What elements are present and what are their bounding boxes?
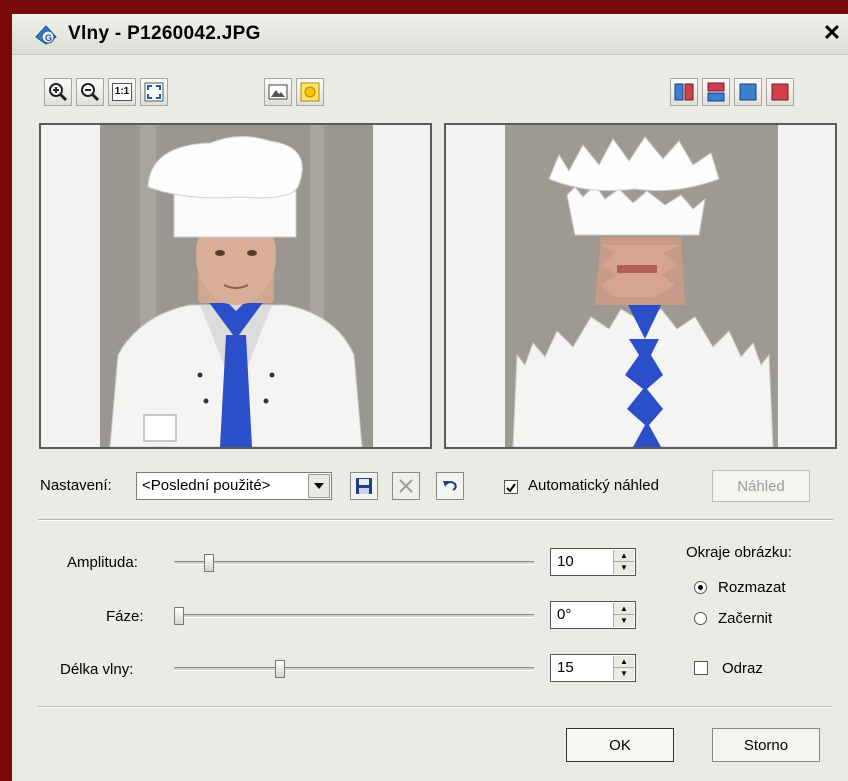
checkmark-icon <box>506 483 516 493</box>
fit-to-window-icon <box>144 82 164 102</box>
result-preview <box>444 123 837 449</box>
reflect-checkbox[interactable] <box>694 661 708 675</box>
close-icon: ✕ <box>822 20 842 45</box>
wavelength-slider-thumb[interactable] <box>275 660 285 678</box>
undo-icon <box>443 481 457 491</box>
wavelength-spinbox[interactable]: 15 ▲ ▼ <box>550 654 636 682</box>
cancel-button-label: Storno <box>743 736 789 754</box>
app-icon: G <box>35 25 57 45</box>
edges-label: Okraje obrázku: <box>686 544 792 561</box>
preview-button-label: Náhled <box>737 477 785 495</box>
spin-down-icon[interactable]: ▼ <box>614 615 634 627</box>
amplitude-spin-arrows[interactable]: ▲ ▼ <box>613 550 634 574</box>
zoom-out-icon <box>81 83 100 102</box>
amplitude-track[interactable] <box>174 561 534 565</box>
ok-button-label: OK <box>609 736 631 754</box>
split-vertical-icon <box>674 83 694 101</box>
wave-dialog: G Vlny - P1260042.JPG ✕ 1:1 Nastavení: <… <box>12 14 848 781</box>
result-view-icon <box>771 83 789 101</box>
spin-up-icon[interactable]: ▲ <box>614 656 634 668</box>
phase-slider-thumb[interactable] <box>174 607 184 625</box>
image-button[interactable] <box>264 78 292 106</box>
undo-button[interactable] <box>436 472 464 500</box>
image-icon <box>268 84 288 100</box>
separator-top <box>38 519 833 521</box>
wavelength-spin-arrows[interactable]: ▲ ▼ <box>613 656 634 680</box>
sun-icon <box>300 82 320 102</box>
edge-blur-radio[interactable] <box>694 581 707 594</box>
zoom-in-icon <box>49 83 68 102</box>
original-view-button[interactable] <box>734 78 762 106</box>
chef-photo-original <box>100 125 373 447</box>
phase-spin-arrows[interactable]: ▲ ▼ <box>613 603 634 627</box>
split-horizontal-button[interactable] <box>702 78 730 106</box>
original-preview <box>39 123 432 449</box>
amplitude-label: Amplituda: <box>67 554 138 571</box>
wavelength-track[interactable] <box>174 667 534 671</box>
fit-to-window-button[interactable] <box>140 78 168 106</box>
phase-spinbox[interactable]: 0° ▲ ▼ <box>550 601 636 629</box>
split-horizontal-icon <box>707 82 725 102</box>
close-button[interactable]: ✕ <box>820 20 844 46</box>
edge-blur-label: Rozmazat <box>718 579 786 596</box>
preset-label: Nastavení: <box>40 477 112 494</box>
dropdown-arrow[interactable] <box>308 474 330 498</box>
edge-black-radio[interactable] <box>694 612 707 625</box>
delete-preset-button[interactable] <box>392 472 420 500</box>
amplitude-slider-thumb[interactable] <box>204 554 214 572</box>
separator-bottom <box>38 706 833 708</box>
title-bar: G Vlny - P1260042.JPG ✕ <box>12 14 848 55</box>
chevron-down-icon <box>314 483 324 489</box>
ok-button[interactable]: OK <box>566 728 674 762</box>
spin-down-icon[interactable]: ▼ <box>614 562 634 574</box>
phase-track[interactable] <box>174 614 534 618</box>
delete-icon <box>399 479 413 493</box>
preset-select[interactable]: <Poslední použité> <box>136 472 332 500</box>
spin-down-icon[interactable]: ▼ <box>614 668 634 680</box>
zoom-in-button[interactable] <box>44 78 72 106</box>
wavelength-label: Délka vlny: <box>60 661 134 678</box>
cancel-button[interactable]: Storno <box>712 728 820 762</box>
split-vertical-button[interactable] <box>670 78 698 106</box>
auto-preview-checkbox[interactable] <box>504 480 518 494</box>
spin-up-icon[interactable]: ▲ <box>614 550 634 562</box>
chef-photo-result <box>505 125 778 447</box>
result-view-button[interactable] <box>766 78 794 106</box>
zoom-out-button[interactable] <box>76 78 104 106</box>
window-title: Vlny - P1260042.JPG <box>68 23 261 44</box>
auto-preview-label: Automatický náhled <box>528 477 659 494</box>
save-preset-button[interactable] <box>350 472 378 500</box>
phase-label: Fáze: <box>106 608 144 625</box>
actual-size-button[interactable]: 1:1 <box>108 78 136 106</box>
amplitude-value: 10 <box>557 553 574 570</box>
reflect-label: Odraz <box>722 660 763 677</box>
wavelength-value: 15 <box>557 659 574 676</box>
spin-up-icon[interactable]: ▲ <box>614 603 634 615</box>
save-icon <box>356 478 372 494</box>
original-view-icon <box>739 83 757 101</box>
preview-button[interactable]: Náhled <box>712 470 810 502</box>
preset-selected-value: <Poslední použité> <box>142 477 271 494</box>
edge-black-label: Začernit <box>718 610 773 627</box>
sun-button[interactable] <box>296 78 324 106</box>
phase-value: 0° <box>557 606 572 623</box>
actual-size-icon: 1:1 <box>112 83 132 101</box>
amplitude-spinbox[interactable]: 10 ▲ ▼ <box>550 548 636 576</box>
svg-text:G: G <box>45 33 52 43</box>
